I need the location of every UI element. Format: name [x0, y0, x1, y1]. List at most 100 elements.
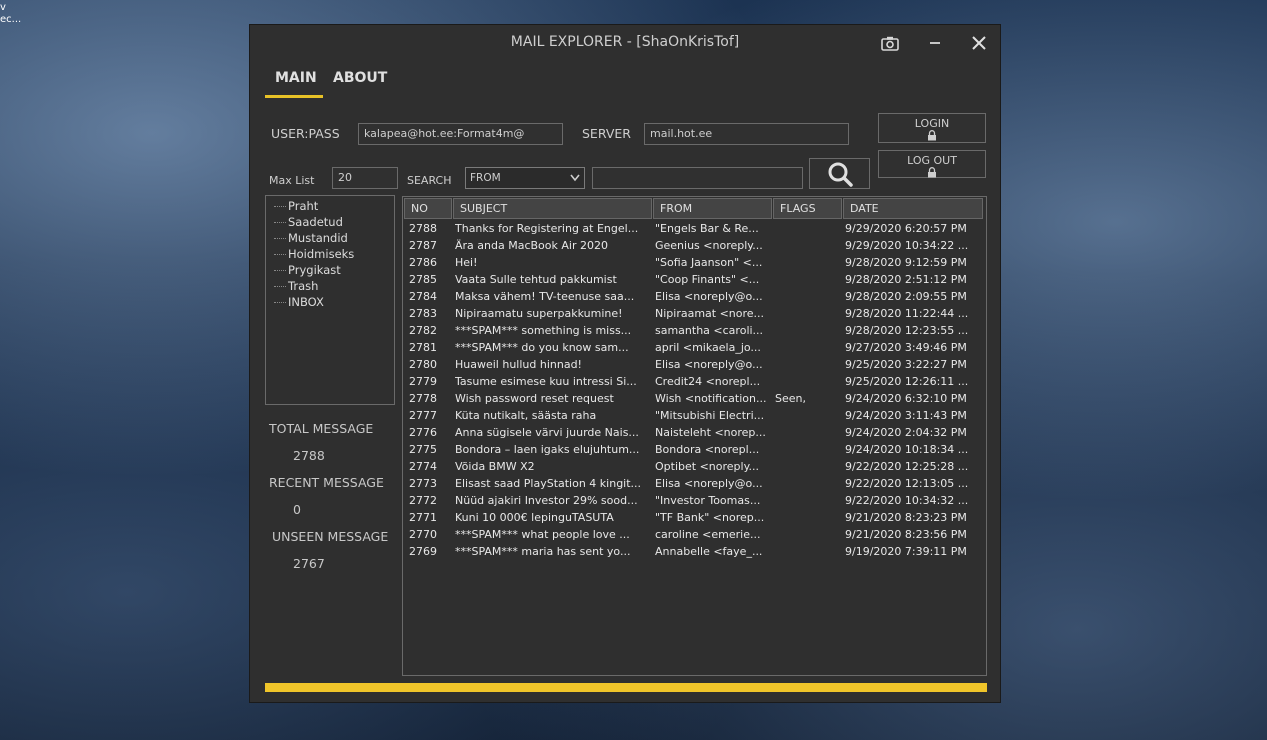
- tab-main[interactable]: MAIN: [275, 70, 317, 86]
- folder-label: Praht: [288, 199, 319, 213]
- folder-item[interactable]: Praht: [274, 198, 394, 214]
- search-field-select[interactable]: FROM: [465, 167, 585, 189]
- login-button[interactable]: LOGIN: [878, 113, 986, 143]
- cell-date: 9/24/2020 10:18:34 ...: [845, 443, 969, 456]
- cell-no: 2785: [409, 273, 437, 286]
- tree-connector: [274, 198, 286, 207]
- total-message-value: 2788: [293, 448, 325, 463]
- table-row[interactable]: 2780 Huaweil hullud hinnad! Elisa <noreply…: [403, 356, 986, 373]
- minimize-button[interactable]: [921, 31, 949, 55]
- table-row[interactable]: 2785 Vaata Sulle tehtud pakkumist "Coop Fi…: [403, 271, 986, 288]
- folder-label: Saadetud: [288, 215, 343, 229]
- table-row[interactable]: 2775 Bondora – laen igaks elujuhtum... Bon…: [403, 441, 986, 458]
- close-button[interactable]: [965, 31, 993, 55]
- cell-from: Annabelle <faye_...: [655, 545, 763, 558]
- max-list-label: Max List: [269, 174, 315, 187]
- cell-from: Geenius <noreply...: [655, 239, 763, 252]
- table-row[interactable]: 2784 Maksa vähem! TV-teenuse saa... Elisa …: [403, 288, 986, 305]
- table-row[interactable]: 2787 Ära anda MacBook Air 2020 Geenius <no…: [403, 237, 986, 254]
- folder-item[interactable]: Saadetud: [274, 214, 394, 230]
- cell-date: 9/28/2020 2:09:55 PM: [845, 290, 967, 303]
- grid-body: 2788 Thanks for Registering at Engel... "E…: [403, 220, 986, 560]
- cell-subject: ***SPAM*** maria has sent yo...: [455, 545, 631, 558]
- search-input[interactable]: [592, 167, 803, 189]
- tab-about[interactable]: ABOUT: [333, 70, 387, 86]
- total-message-label: TOTAL MESSAGE: [269, 421, 374, 436]
- table-row[interactable]: 2782 ***SPAM*** something is miss... saman…: [403, 322, 986, 339]
- column-header-subject[interactable]: SUBJECT: [453, 198, 652, 219]
- cell-subject: ***SPAM*** do you know sam...: [455, 341, 629, 354]
- chevron-down-icon: [570, 168, 580, 189]
- cell-no: 2773: [409, 477, 437, 490]
- cell-no: 2783: [409, 307, 437, 320]
- logout-button[interactable]: LOG OUT: [878, 150, 986, 178]
- mail-explorer-window: MAIL EXPLORER - [ShaOnKrisTof] MAIN ABOU…: [249, 24, 1001, 703]
- cell-date: 9/29/2020 6:20:57 PM: [845, 222, 967, 235]
- cell-no: 2780: [409, 358, 437, 371]
- table-row[interactable]: 2786 Hei! "Sofia Jaanson" <... 9/28/2020 9:…: [403, 254, 986, 271]
- cell-date: 9/28/2020 11:22:44 ...: [845, 307, 969, 320]
- cell-no: 2787: [409, 239, 437, 252]
- folder-item[interactable]: INBOX: [274, 294, 394, 310]
- search-button[interactable]: [809, 158, 870, 189]
- cell-no: 2771: [409, 511, 437, 524]
- table-row[interactable]: 2769 ***SPAM*** maria has sent yo... Annab…: [403, 543, 986, 560]
- table-row[interactable]: 2783 Nipiraamatu superpakkumine! Nipiraama…: [403, 305, 986, 322]
- cell-subject: Elisast saad PlayStation 4 kingit...: [455, 477, 642, 490]
- cell-from: "Sofia Jaanson" <...: [655, 256, 763, 269]
- table-row[interactable]: 2770 ***SPAM*** what people love ... carol…: [403, 526, 986, 543]
- max-list-input[interactable]: 20: [332, 167, 398, 189]
- tree-connector: [274, 278, 286, 287]
- search-field-value: FROM: [470, 172, 501, 184]
- table-row[interactable]: 2771 Kuni 10 000€ lepinguTASUTA "TF Bank" …: [403, 509, 986, 526]
- cell-no: 2776: [409, 426, 437, 439]
- cell-no: 2774: [409, 460, 437, 473]
- cell-from: Wish <notification...: [655, 392, 767, 405]
- folder-item[interactable]: Trash: [274, 278, 394, 294]
- folder-item[interactable]: Hoidmiseks: [274, 246, 394, 262]
- table-row[interactable]: 2788 Thanks for Registering at Engel... "E…: [403, 220, 986, 237]
- table-row[interactable]: 2776 Anna sügisele värvi juurde Nais... Na…: [403, 424, 986, 441]
- desktop-icon-label-2: ec...: [0, 14, 22, 25]
- column-header-no[interactable]: NO: [404, 198, 452, 219]
- cell-date: 9/21/2020 8:23:23 PM: [845, 511, 967, 524]
- table-row[interactable]: 2778 Wish password reset request Wish <not…: [403, 390, 986, 407]
- cell-subject: Vaata Sulle tehtud pakkumist: [455, 273, 617, 286]
- desktop-icon-label[interactable]: v ec...: [0, 2, 21, 26]
- column-header-date[interactable]: DATE: [843, 198, 983, 219]
- cell-subject: Anna sügisele värvi juurde Nais...: [455, 426, 639, 439]
- table-row[interactable]: 2773 Elisast saad PlayStation 4 kingit...…: [403, 475, 986, 492]
- column-header-from[interactable]: FROM: [653, 198, 772, 219]
- user-pass-label: USER:PASS: [271, 126, 340, 141]
- tree-connector: [274, 246, 286, 255]
- table-row[interactable]: 2772 Nüüd ajakiri Investor 29% sood... "In…: [403, 492, 986, 509]
- column-header-flags[interactable]: FLAGS: [773, 198, 842, 219]
- folder-item[interactable]: Prygikast: [274, 262, 394, 278]
- folder-item[interactable]: Mustandid: [274, 230, 394, 246]
- cell-date: 9/22/2020 10:34:32 ...: [845, 494, 969, 507]
- cell-subject: Maksa vähem! TV-teenuse saa...: [455, 290, 635, 303]
- cell-date: 9/25/2020 12:26:11 ...: [845, 375, 969, 388]
- server-input[interactable]: mail.hot.ee: [644, 123, 849, 145]
- table-row[interactable]: 2781 ***SPAM*** do you know sam... april <…: [403, 339, 986, 356]
- folder-label: INBOX: [288, 295, 324, 309]
- cell-no: 2778: [409, 392, 437, 405]
- folder-label: Prygikast: [288, 263, 341, 277]
- table-row[interactable]: 2779 Tasume esimese kuu intressi Si... Cre…: [403, 373, 986, 390]
- cell-no: 2786: [409, 256, 437, 269]
- user-pass-input[interactable]: kalapea@hot.ee:Format4m@: [358, 123, 563, 145]
- cell-subject: Thanks for Registering at Engel...: [455, 222, 639, 235]
- table-row[interactable]: 2774 Võida BMW X2 Optibet <noreply... 9/22/…: [403, 458, 986, 475]
- grid-header: NO SUBJECT FROM FLAGS DATE: [403, 197, 986, 220]
- cell-no: 2784: [409, 290, 437, 303]
- cell-from: Elisa <noreply@o...: [655, 290, 763, 303]
- screenshot-button[interactable]: [876, 31, 904, 55]
- cell-date: 9/22/2020 12:25:28 ...: [845, 460, 969, 473]
- close-icon: [972, 36, 986, 50]
- cell-date: 9/24/2020 2:04:32 PM: [845, 426, 967, 439]
- logout-label: LOG OUT: [907, 154, 957, 167]
- table-row[interactable]: 2777 Küta nutikalt, säästa raha "Mitsubish…: [403, 407, 986, 424]
- message-grid: NO SUBJECT FROM FLAGS DATE 2788 Thanks fo…: [402, 196, 987, 676]
- cell-date: 9/28/2020 12:23:55 ...: [845, 324, 969, 337]
- cell-no: 2779: [409, 375, 437, 388]
